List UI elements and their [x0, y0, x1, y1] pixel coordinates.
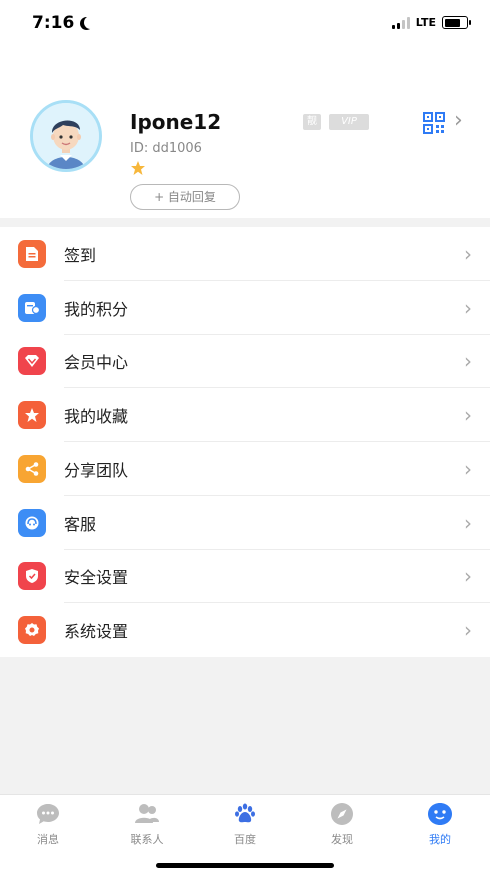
- baidu-paw-icon: [232, 801, 258, 827]
- sign-in-icon: [18, 239, 46, 268]
- avatar[interactable]: [30, 100, 102, 172]
- menu-item-customer-service[interactable]: 客服 ›: [0, 496, 490, 550]
- status-indicators: LTE: [391, 16, 471, 29]
- vip-diamond-icon: [18, 347, 46, 376]
- chevron-right-icon: ›: [464, 295, 472, 320]
- tab-label: 消息: [37, 833, 59, 846]
- username: Ipone12: [130, 110, 222, 134]
- status-bar: 7:16 LTE: [0, 0, 490, 48]
- chevron-right-icon: ›: [464, 403, 472, 428]
- menu-item-vip-center[interactable]: 会员中心 ›: [0, 335, 490, 389]
- liang-badge: 靓: [303, 114, 321, 130]
- chevron-right-icon: ›: [464, 241, 472, 266]
- tab-label: 联系人: [130, 833, 164, 846]
- moon-icon: [84, 16, 97, 29]
- user-id: ID: dd1006: [130, 141, 202, 156]
- bottom-tab-bar: 消息 联系人 百度 发现 我的: [0, 794, 490, 876]
- menu-list: 签到 › 我的积分 › 会员中心 › 我的收藏 › 分享团队 › 客服 › 安全…: [0, 227, 490, 657]
- tab-messages[interactable]: 消息: [8, 801, 88, 847]
- battery-icon: [442, 16, 471, 29]
- shield-icon: [18, 562, 46, 591]
- network-label: LTE: [415, 16, 436, 29]
- menu-label: 分享团队: [64, 460, 129, 480]
- vip-badge: VIP: [329, 114, 369, 130]
- menu-item-sign-in[interactable]: 签到 ›: [0, 227, 490, 281]
- menu-label: 系统设置: [64, 622, 129, 642]
- chevron-right-icon: ›: [464, 510, 472, 535]
- status-time: 7:16: [32, 13, 97, 33]
- tab-label: 我的: [429, 833, 451, 846]
- menu-label: 我的收藏: [64, 407, 129, 427]
- chevron-right-icon: ›: [464, 564, 472, 589]
- tab-label: 百度: [234, 833, 256, 846]
- points-icon: [18, 293, 46, 322]
- chevron-right-icon: ›: [464, 349, 472, 374]
- menu-item-share-team[interactable]: 分享团队 ›: [0, 442, 490, 496]
- share-icon: [18, 454, 46, 483]
- tab-label: 发现: [331, 833, 353, 846]
- profile-icon: [427, 801, 453, 827]
- star-icon: [18, 401, 46, 430]
- tab-baidu[interactable]: 百度: [205, 801, 285, 847]
- level-star-icon: [130, 160, 146, 176]
- menu-label: 会员中心: [64, 353, 129, 373]
- menu-item-system-settings[interactable]: 系统设置 ›: [0, 603, 490, 657]
- tab-discover[interactable]: 发现: [302, 801, 382, 847]
- chevron-right-icon: ›: [464, 618, 472, 643]
- menu-label: 客服: [64, 514, 97, 534]
- menu-item-security[interactable]: 安全设置 ›: [0, 550, 490, 604]
- customer-service-icon: [18, 508, 46, 537]
- profile-header[interactable]: Ipone12 靓 VIP › ID: dd1006 + 自动回复: [0, 48, 490, 218]
- signal-icon: [391, 16, 410, 29]
- menu-item-points[interactable]: 我的积分 ›: [0, 281, 490, 335]
- contacts-icon: [134, 801, 160, 827]
- menu-item-favorites[interactable]: 我的收藏 ›: [0, 388, 490, 442]
- menu-label: 我的积分: [64, 299, 129, 319]
- chat-icon: [35, 801, 61, 827]
- compass-icon: [329, 801, 355, 827]
- tab-me[interactable]: 我的: [400, 801, 480, 847]
- home-indicator: [156, 863, 334, 868]
- chevron-right-icon: ›: [464, 456, 472, 481]
- menu-label: 签到: [64, 245, 97, 265]
- auto-reply-button[interactable]: + 自动回复: [130, 184, 240, 210]
- menu-label: 安全设置: [64, 568, 129, 588]
- tab-contacts[interactable]: 联系人: [107, 801, 187, 847]
- qr-code-icon[interactable]: [423, 112, 445, 134]
- gear-icon: [18, 616, 46, 645]
- chevron-right-icon[interactable]: ›: [454, 110, 463, 132]
